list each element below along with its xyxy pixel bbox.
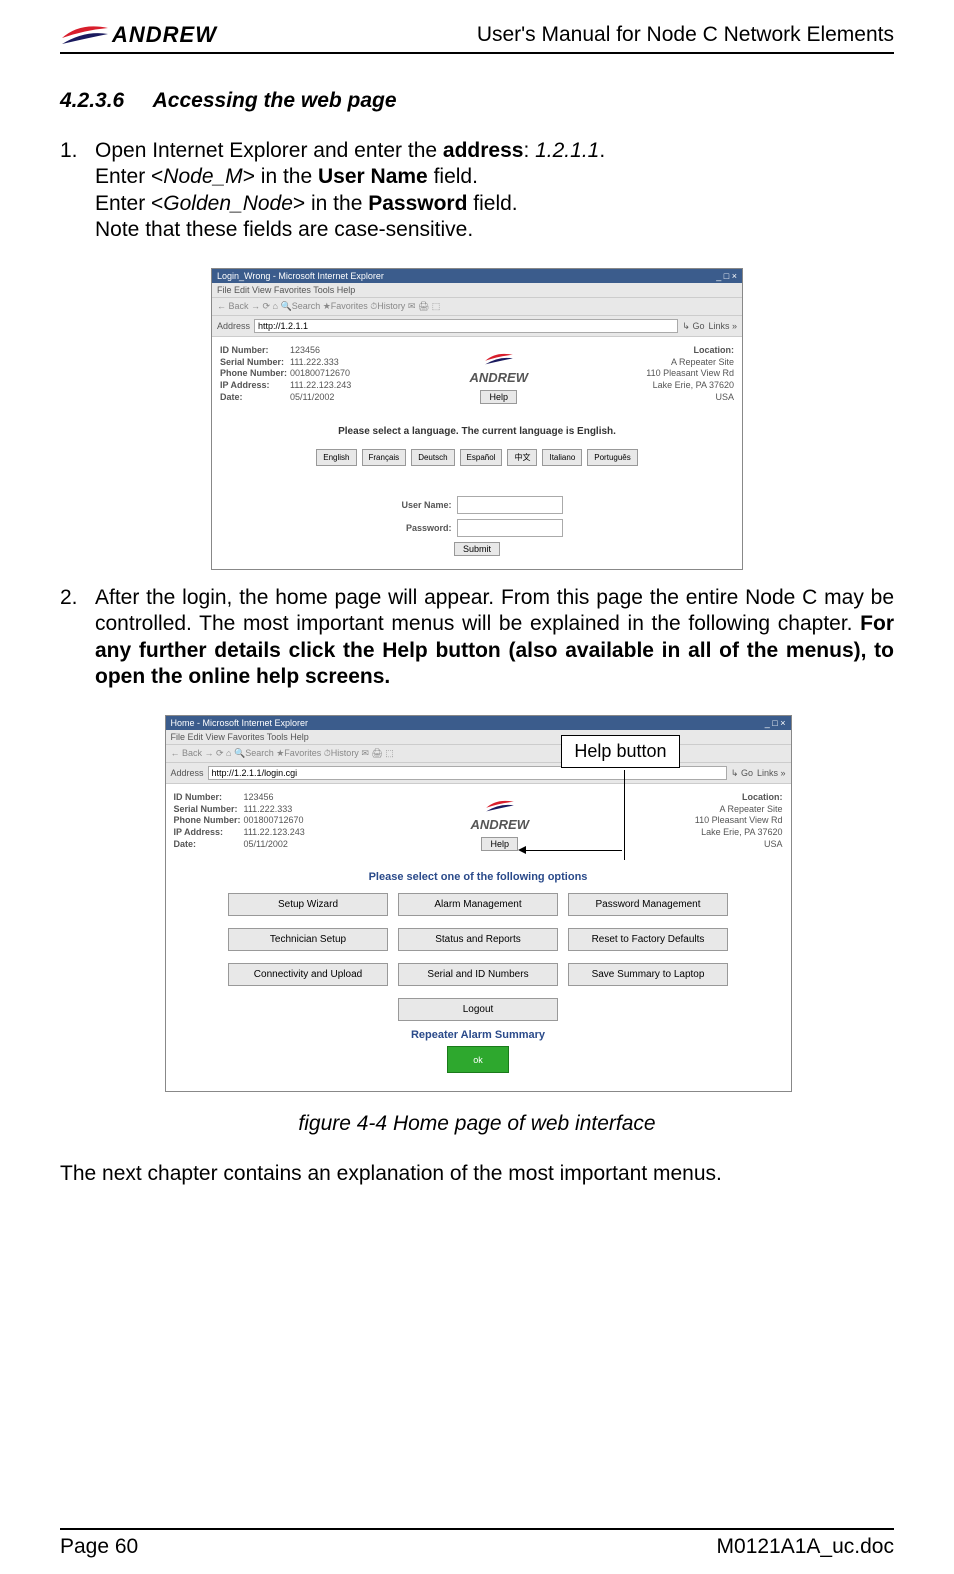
section-number: 4.2.3.6 (60, 89, 124, 112)
lang-button[interactable]: Deutsch (411, 449, 454, 466)
mini-logo-text: ANDREW (471, 817, 530, 832)
option-alarm-mgmt[interactable]: Alarm Management (398, 893, 558, 916)
address-label: Address (171, 768, 204, 778)
lang-button[interactable]: Italiano (542, 449, 582, 466)
lang-button[interactable]: 中文 (507, 449, 537, 466)
address-label: Address (217, 321, 250, 331)
callout-arrow (522, 850, 622, 851)
page-header: ANDREW User's Manual for Node C Network … (60, 20, 894, 54)
step-1: 1. Open Internet Explorer and enter the … (60, 138, 894, 243)
address-input[interactable] (254, 319, 678, 333)
option-password-mgmt[interactable]: Password Management (568, 893, 728, 916)
swoosh-icon (485, 797, 515, 815)
option-connectivity[interactable]: Connectivity and Upload (228, 963, 388, 986)
help-button[interactable]: Help (481, 837, 518, 851)
submit-button[interactable]: Submit (454, 542, 500, 556)
doc-filename: M0121A1A_uc.doc (717, 1535, 894, 1559)
page-number: Page 60 (60, 1535, 138, 1559)
language-buttons: English Français Deutsch Español 中文 Ital… (220, 449, 734, 466)
header-title: User's Manual for Node C Network Element… (477, 23, 894, 47)
window-buttons: _ □ × (716, 271, 737, 281)
lang-button[interactable]: Português (587, 449, 637, 466)
window-title: Home - Microsoft Internet Explorer (171, 718, 309, 728)
login-screenshot: Login_Wrong - Microsoft Internet Explore… (211, 268, 743, 570)
section-title-text: Accessing the web page (153, 89, 397, 112)
help-button-callout: Help button (561, 735, 679, 768)
home-screenshot: Home - Microsoft Internet Explorer _ □ ×… (165, 715, 792, 1092)
lang-button[interactable]: Français (362, 449, 407, 466)
address-input[interactable] (208, 766, 727, 780)
page-footer: Page 60 M0121A1A_uc.doc (60, 1528, 894, 1559)
option-save-summary[interactable]: Save Summary to Laptop (568, 963, 728, 986)
options-prompt: Please select one of the following optio… (174, 871, 783, 883)
go-button[interactable]: ↳ Go (731, 768, 753, 779)
lang-button[interactable]: Español (460, 449, 503, 466)
alarm-summary-title: Repeater Alarm Summary (174, 1029, 783, 1041)
option-factory-reset[interactable]: Reset to Factory Defaults (568, 928, 728, 951)
alarm-status-box: ok (447, 1046, 509, 1073)
arrowhead-icon (518, 846, 526, 854)
options-grid: Setup Wizard Alarm Management Password M… (174, 893, 783, 986)
home-screenshot-container: Help button Home - Microsoft Internet Ex… (165, 715, 790, 1092)
option-serial-id[interactable]: Serial and ID Numbers (398, 963, 558, 986)
username-input[interactable] (457, 496, 563, 514)
window-title: Login_Wrong - Microsoft Internet Explore… (217, 271, 384, 281)
option-setup-wizard[interactable]: Setup Wizard (228, 893, 388, 916)
links-label: Links » (757, 768, 786, 778)
option-status-reports[interactable]: Status and Reports (398, 928, 558, 951)
figure-caption: figure 4-4 Home page of web interface (60, 1112, 894, 1136)
ie-menubar: File Edit View Favorites Tools Help (166, 730, 791, 745)
ie-titlebar: Home - Microsoft Internet Explorer _ □ × (166, 716, 791, 730)
password-input[interactable] (457, 519, 563, 537)
section-heading: 4.2.3.6 Accessing the web page (60, 89, 894, 113)
ie-menubar: File Edit View Favorites Tools Help (212, 283, 742, 298)
ie-address-bar: Address ↳ Go Links » (166, 763, 791, 784)
step-number: 1. (60, 138, 95, 243)
ie-titlebar: Login_Wrong - Microsoft Internet Explore… (212, 269, 742, 283)
go-button[interactable]: ↳ Go (682, 321, 704, 332)
username-label: User Name: (392, 500, 452, 510)
language-prompt: Please select a language. The current la… (220, 426, 734, 437)
links-label: Links » (708, 321, 737, 331)
closing-text: The next chapter contains an explanation… (60, 1161, 894, 1187)
document-page: ANDREW User's Manual for Node C Network … (0, 0, 954, 1574)
lang-button[interactable]: English (316, 449, 356, 466)
ie-toolbar: ← Back → ⟳ ⌂ 🔍Search ★Favorites ⏱History… (166, 745, 791, 763)
andrew-logo: ANDREW (60, 20, 217, 50)
option-tech-setup[interactable]: Technician Setup (228, 928, 388, 951)
password-label: Password: (392, 523, 452, 533)
swoosh-icon (484, 350, 514, 368)
ie-toolbar: ← Back → ⟳ ⌂ 🔍Search ★Favorites ⏱History… (212, 298, 742, 316)
logo-text: ANDREW (112, 22, 217, 47)
callout-line (624, 770, 625, 860)
step-number: 2. (60, 585, 95, 690)
step-2: 2. After the login, the home page will a… (60, 585, 894, 690)
mini-logo-text: ANDREW (470, 370, 529, 385)
logout-button[interactable]: Logout (398, 998, 558, 1021)
window-buttons: _ □ × (765, 718, 786, 728)
help-button[interactable]: Help (480, 390, 517, 404)
ie-address-bar: Address ↳ Go Links » (212, 316, 742, 337)
swoosh-icon (60, 20, 110, 50)
